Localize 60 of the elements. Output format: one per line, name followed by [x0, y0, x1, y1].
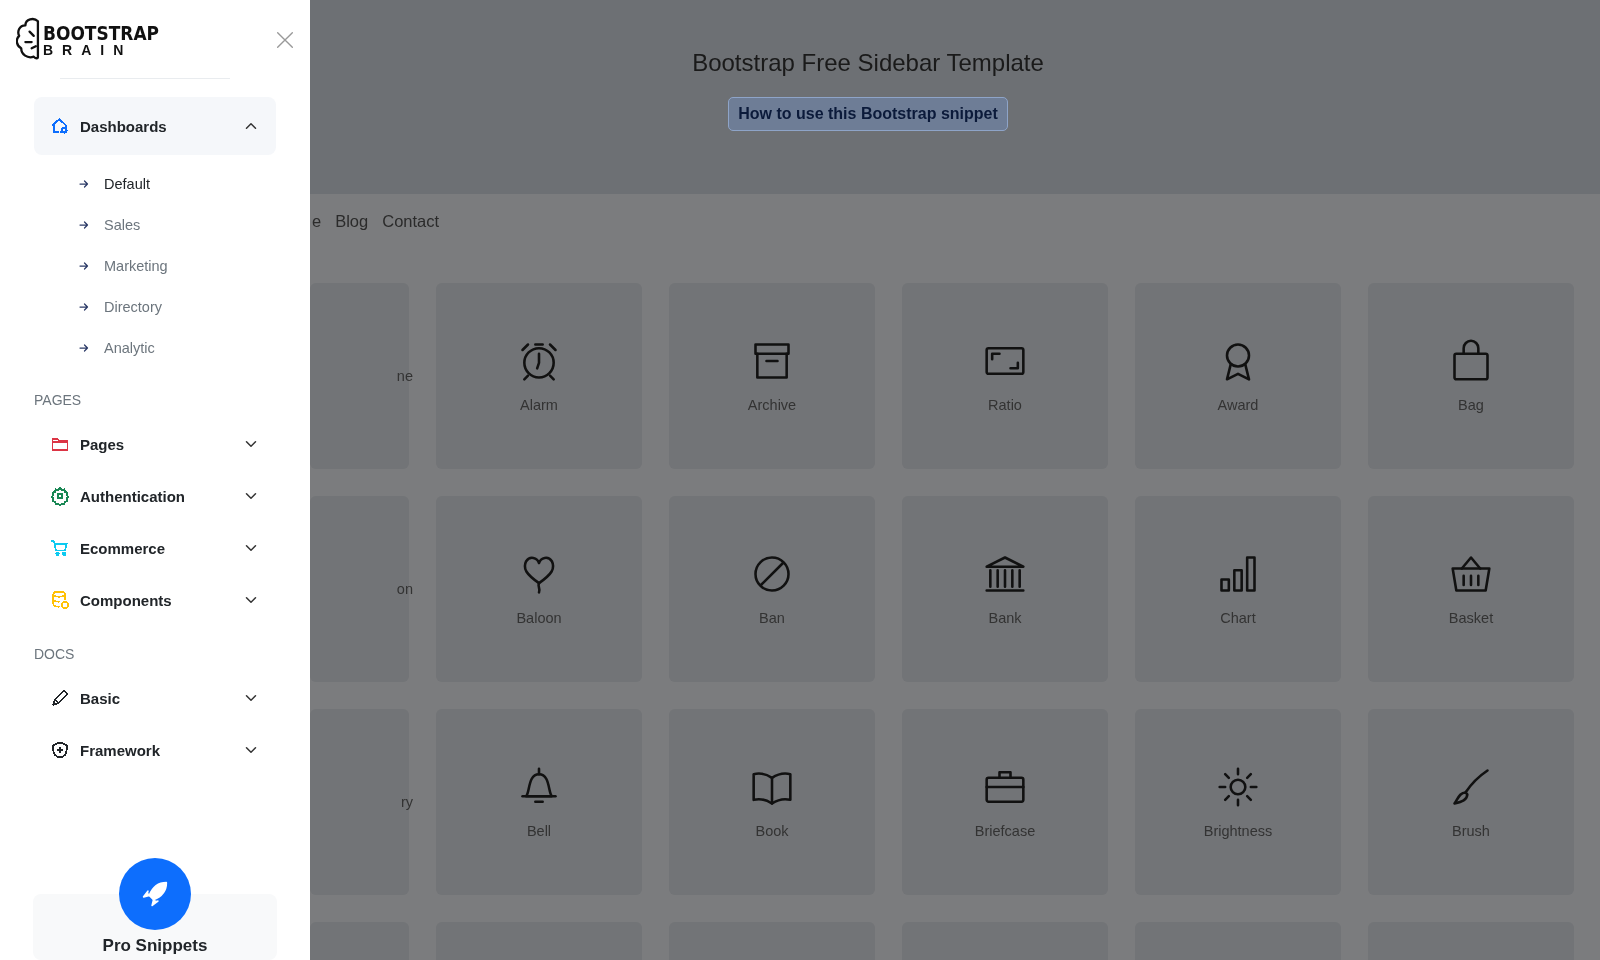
icon-card[interactable]: Brightness — [1135, 709, 1341, 895]
card-label: Ratio — [988, 397, 1022, 413]
arrow-right-icon — [78, 300, 90, 313]
icon-card[interactable]: Briefcase — [902, 709, 1108, 895]
icon-card[interactable]: Bell — [436, 709, 642, 895]
menu-item[interactable]: Components — [34, 574, 276, 626]
icon-card[interactable]: Bag — [1368, 283, 1574, 469]
icon-card[interactable]: Brush — [1368, 709, 1574, 895]
nav-link[interactable]: e — [312, 212, 322, 231]
arrow-right-icon — [78, 218, 90, 231]
card-label: Bag — [1458, 397, 1484, 413]
menu-item[interactable]: Authentication — [34, 470, 276, 522]
submenu-item[interactable]: Directory — [78, 286, 276, 327]
menu-item[interactable]: Framework — [34, 724, 276, 776]
card-label: Bell — [526, 823, 552, 839]
section-heading: DOCS — [34, 645, 76, 664]
nav-link[interactable]: Blog — [335, 212, 369, 231]
help-button[interactable]: How to use this Bootstrap snippet — [728, 97, 1008, 131]
icon-card[interactable]: Archive — [669, 283, 875, 469]
arrow-right-icon — [78, 259, 90, 272]
submenu-item[interactable]: Default — [78, 163, 276, 204]
card-label: Basket — [1448, 610, 1494, 626]
menu-item[interactable]: Dashboards — [34, 97, 276, 155]
icon-card[interactable]: Basket — [1368, 496, 1574, 682]
submenu-item[interactable]: Marketing — [78, 245, 276, 286]
icon-card[interactable]: Alarm — [436, 283, 642, 469]
card-label: Archive — [747, 397, 797, 413]
logo-subtitle: BRAIN — [43, 43, 134, 57]
card-label: Briefcase — [974, 823, 1036, 839]
card-label: Award — [1217, 397, 1259, 413]
promo-title: Pro Snippets — [102, 936, 208, 956]
submenu-item[interactable]: Analytic — [78, 327, 276, 368]
card-label: Brush — [1452, 823, 1490, 839]
section-heading: PAGES — [34, 391, 83, 410]
card-label: Book — [755, 823, 789, 839]
card-label: Baloon — [516, 610, 562, 626]
submenu-item[interactable]: Sales — [78, 204, 276, 245]
menu-item[interactable]: Ecommerce — [34, 522, 276, 574]
icon-card[interactable]: Ban — [669, 496, 875, 682]
page-title: Bootstrap Free Sidebar Template — [692, 49, 1044, 77]
icon-card[interactable]: Ratio — [902, 283, 1108, 469]
icon-card[interactable]: Bank — [902, 496, 1108, 682]
menu-item[interactable]: Basic — [34, 672, 276, 724]
close-icon — [274, 29, 296, 51]
card-label: Bank — [988, 610, 1022, 626]
logo-wordmark: BOOTSTRAP — [43, 23, 159, 43]
arrow-right-icon — [78, 341, 90, 354]
sun-icon — [1216, 765, 1260, 809]
card-label: Ban — [759, 610, 785, 626]
icon-card[interactable]: Baloon — [436, 496, 642, 682]
close-button[interactable] — [274, 29, 296, 51]
icon-card[interactable]: Book — [669, 709, 875, 895]
card-label: Chart — [1220, 610, 1256, 626]
menu-item[interactable]: Pages — [34, 418, 276, 470]
card-label: Brightness — [1203, 823, 1273, 839]
arrow-right-icon — [78, 177, 90, 190]
icon-card[interactable]: Award — [1135, 283, 1341, 469]
icon-card[interactable]: Chart — [1135, 496, 1341, 682]
nav-link[interactable]: Contact — [382, 212, 440, 231]
card-label: Alarm — [520, 397, 558, 413]
